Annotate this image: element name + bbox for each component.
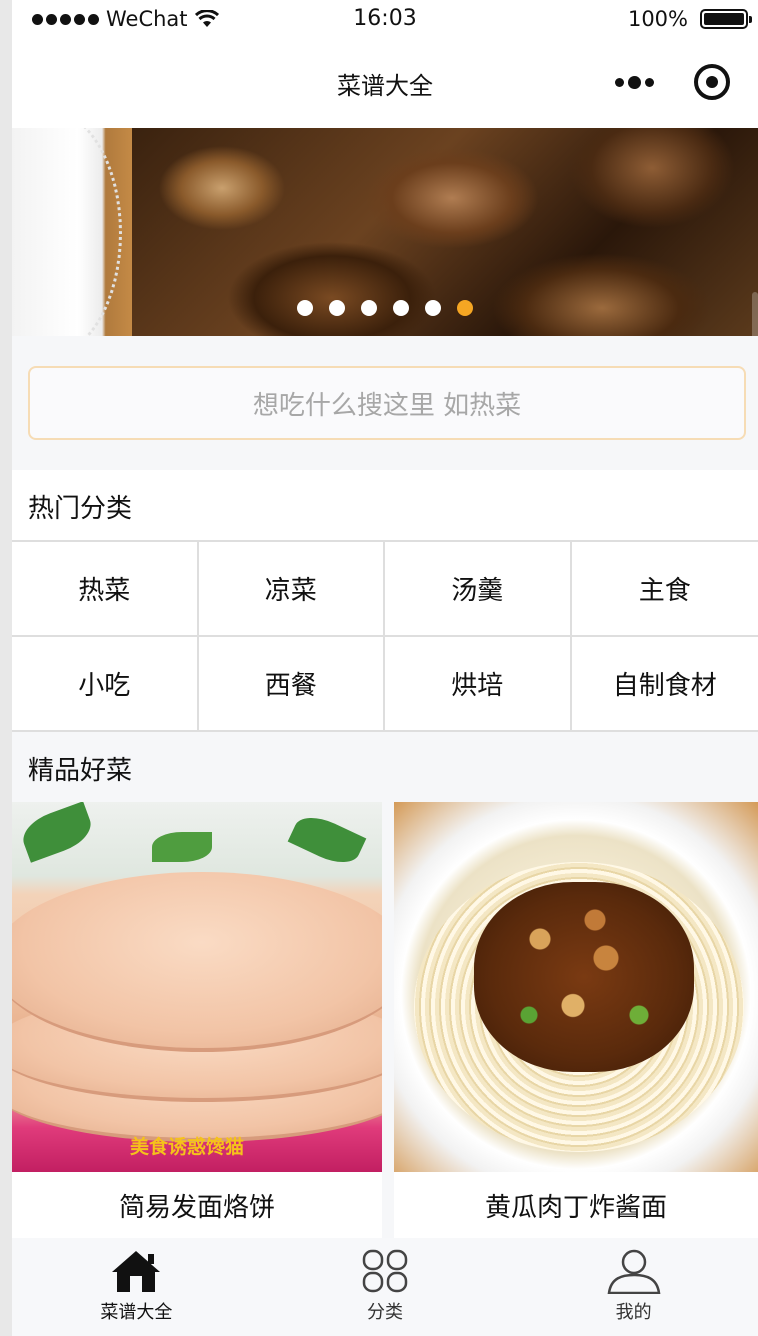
tab-label: 我的	[615, 1302, 652, 1323]
app-screen: WeChat 16:03 100% 菜谱大全 想吃什么搜这里 如热菜 热门分类 …	[12, 0, 758, 1336]
tab-category[interactable]: 分类	[261, 1238, 510, 1336]
navigation-bar: 菜谱大全	[12, 40, 758, 128]
tab-label: 分类	[367, 1302, 403, 1323]
battery-group: 100%	[627, 7, 752, 31]
battery-icon	[700, 9, 752, 29]
recipe-card[interactable]: 美食诱惑馋猫 简易发面烙饼	[12, 802, 382, 1238]
carousel-dot[interactable]	[297, 300, 313, 316]
status-bar: WeChat 16:03 100%	[12, 0, 758, 40]
recipe-image	[394, 802, 758, 1172]
category-item[interactable]: 主食	[571, 542, 758, 637]
category-item[interactable]: 热菜	[12, 542, 199, 637]
recipe-name: 黄瓜肉丁炸酱面	[484, 1192, 667, 1223]
carousel-dot[interactable]	[361, 300, 377, 316]
recipe-name: 简易发面烙饼	[118, 1192, 275, 1223]
close-target-icon[interactable]	[694, 64, 730, 100]
carousel-dot[interactable]	[425, 300, 441, 316]
recipe-card[interactable]: 黄瓜肉丁炸酱面	[394, 802, 758, 1238]
more-icon[interactable]	[615, 75, 654, 89]
tab-recipes[interactable]: 菜谱大全	[12, 1238, 261, 1336]
search-input[interactable]: 想吃什么搜这里 如热菜	[28, 366, 746, 440]
user-icon	[607, 1249, 661, 1294]
recipe-image: 美食诱惑馋猫	[12, 802, 382, 1172]
tab-bar: 菜谱大全 分类 我的	[12, 1238, 758, 1336]
banner-carousel[interactable]	[12, 128, 758, 336]
miniprogram-capsule	[615, 64, 730, 100]
search-placeholder: 想吃什么搜这里 如热菜	[252, 390, 522, 421]
category-grid-icon	[362, 1249, 408, 1293]
carousel-indicators	[12, 300, 758, 316]
category-item[interactable]: 汤羹	[385, 542, 572, 637]
carousel-dot[interactable]	[457, 300, 473, 316]
category-item[interactable]: 烘培	[385, 637, 572, 732]
home-icon	[112, 1251, 161, 1292]
featured-title: 精品好菜	[12, 732, 758, 804]
carousel-dot[interactable]	[393, 300, 409, 316]
carousel-dot[interactable]	[329, 300, 345, 316]
tab-mine[interactable]: 我的	[509, 1238, 758, 1336]
category-item[interactable]: 自制食材	[571, 637, 758, 732]
hot-categories-title: 热门分类	[12, 470, 758, 542]
image-watermark: 美食诱惑馋猫	[130, 1136, 245, 1158]
tab-label: 菜谱大全	[100, 1302, 173, 1323]
category-item[interactable]: 小吃	[12, 637, 199, 732]
search-section: 想吃什么搜这里 如热菜	[12, 336, 758, 470]
battery-percent: 100%	[627, 7, 688, 31]
featured-recipes: 美食诱惑馋猫 简易发面烙饼 黄瓜肉丁炸酱面	[12, 802, 758, 1238]
category-item[interactable]: 凉菜	[198, 542, 385, 637]
category-grid: 热菜 凉菜 汤羹 主食 小吃 西餐 烘培 自制食材	[12, 540, 758, 732]
category-item[interactable]: 西餐	[198, 637, 385, 732]
